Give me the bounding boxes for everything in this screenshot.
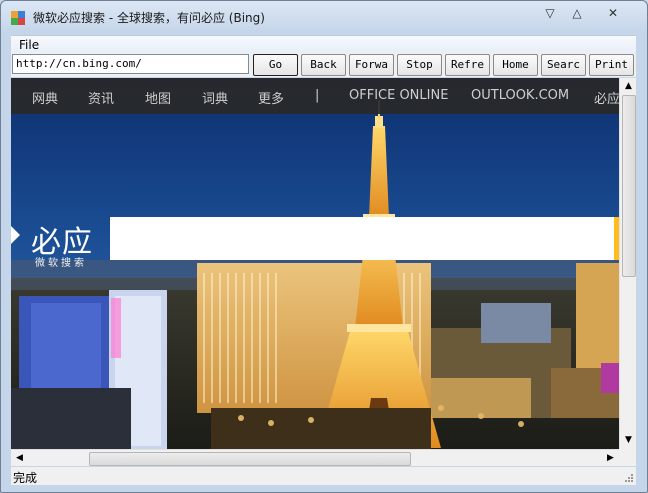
scrollbar-corner xyxy=(619,449,636,466)
nav-link-outlook[interactable]: OUTLOOK.COM xyxy=(471,88,569,103)
scroll-left-icon[interactable]: ◀ xyxy=(11,450,28,466)
back-button[interactable]: Back xyxy=(301,54,346,76)
close-button[interactable]: ✕ xyxy=(602,5,624,21)
status-bar: 完成 xyxy=(11,467,636,485)
search-button[interactable]: Searc xyxy=(541,54,586,76)
nav-link-more[interactable]: 更多 xyxy=(258,88,284,107)
minimize-button[interactable]: ▽ xyxy=(539,5,561,21)
scroll-right-icon[interactable]: ▶ xyxy=(602,450,619,466)
go-button[interactable]: Go xyxy=(253,54,298,76)
web-page: 网典 资讯 地图 词典 更多 | OFFICE ONLINE OUTLOOK.C… xyxy=(11,78,619,449)
window-title: 微软必应搜索 - 全球搜索，有问必应 (Bing) xyxy=(33,11,265,25)
nav-link-news[interactable]: 资讯 xyxy=(88,88,114,107)
menu-bar: File xyxy=(11,35,636,54)
web-browser-view: 网典 资讯 地图 词典 更多 | OFFICE ONLINE OUTLOOK.C… xyxy=(11,78,636,466)
title-bar[interactable]: 微软必应搜索 - 全球搜索，有问必应 (Bing) ▽ △ ✕ xyxy=(1,1,647,33)
nav-link-dictionary[interactable]: 词典 xyxy=(202,88,228,107)
app-icon xyxy=(11,10,25,25)
nav-link-maps[interactable]: 地图 xyxy=(145,88,171,107)
nav-divider: | xyxy=(315,88,320,103)
scroll-up-icon[interactable]: ▲ xyxy=(620,78,636,95)
background-photo xyxy=(11,78,619,449)
toolbar: http://cn.bing.com/ Go Back Forwa Stop R… xyxy=(11,53,636,77)
refresh-button[interactable]: Refre xyxy=(445,54,490,76)
nav-link-web[interactable]: 网典 xyxy=(32,88,58,107)
horizontal-scrollbar[interactable]: ◀ ▶ xyxy=(11,449,619,466)
bing-search-input[interactable] xyxy=(110,217,614,260)
status-text: 完成 xyxy=(13,471,38,485)
horizontal-scroll-thumb[interactable] xyxy=(89,452,411,466)
print-button[interactable]: Print xyxy=(589,54,634,76)
menu-file[interactable]: File xyxy=(19,38,39,52)
stop-button[interactable]: Stop xyxy=(397,54,442,76)
bing-logo[interactable]: 必应 微软搜索 xyxy=(11,217,110,269)
nav-link-office-online[interactable]: OFFICE ONLINE xyxy=(349,88,448,103)
forward-button[interactable]: Forwa xyxy=(349,54,394,76)
maximize-button[interactable]: △ xyxy=(566,5,588,21)
vertical-scrollbar[interactable]: ▲ ▼ xyxy=(619,78,636,449)
vertical-scroll-thumb[interactable] xyxy=(622,95,636,277)
site-nav-bar: 网典 资讯 地图 词典 更多 | OFFICE ONLINE OUTLOOK.C… xyxy=(11,78,619,114)
scroll-down-icon[interactable]: ▼ xyxy=(620,432,636,449)
bing-logo-sub: 微软搜索 xyxy=(35,258,87,269)
home-button[interactable]: Home xyxy=(493,54,538,76)
app-window: 微软必应搜索 - 全球搜索，有问必应 (Bing) ▽ △ ✕ File htt… xyxy=(0,0,648,493)
url-input[interactable]: http://cn.bing.com/ xyxy=(12,54,249,74)
resize-grip-icon[interactable] xyxy=(624,473,634,483)
nav-link-bing[interactable]: 必应 xyxy=(594,88,619,107)
